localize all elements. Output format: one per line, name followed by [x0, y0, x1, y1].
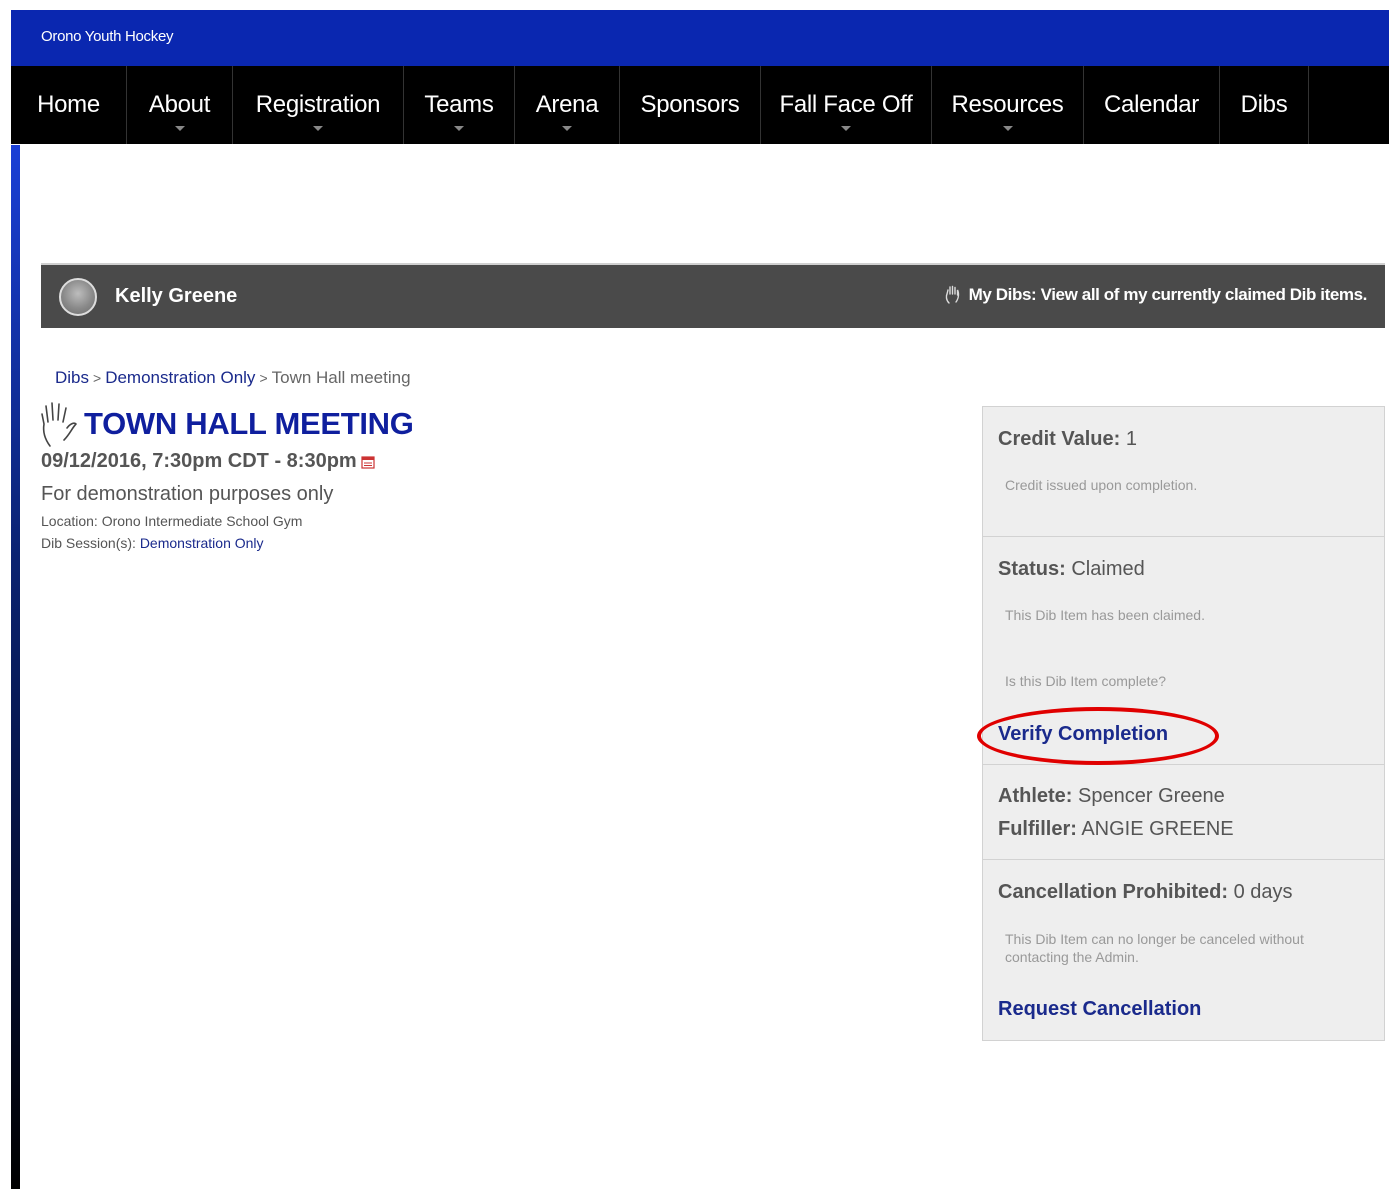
nav-label: Sponsors [640, 91, 740, 118]
nav-label: Home [37, 91, 100, 118]
nav-label: Calendar [1104, 91, 1199, 118]
my-dibs-label: My Dibs: View all of my currently claime… [968, 285, 1368, 304]
nav-label: Resources [951, 91, 1064, 118]
left-accent-bar [11, 145, 20, 1189]
my-dibs-link[interactable]: My Dibs: View all of my currently claime… [943, 285, 1367, 305]
event-session: Dib Session(s): Demonstration Only [41, 535, 264, 551]
nav-label: Registration [255, 91, 381, 118]
request-cancellation-link[interactable]: Request Cancellation [998, 998, 1201, 1021]
site-header: Orono Youth Hockey [11, 10, 1389, 66]
nav-arena[interactable]: Arena [515, 66, 620, 144]
chevron-down-icon [174, 126, 185, 131]
nav-registration[interactable]: Registration [233, 66, 404, 144]
user-bar: Kelly Greene My Dibs: View all of my cur… [41, 263, 1385, 328]
status-value: Status: Claimed [998, 558, 1145, 581]
nav-teams[interactable]: Teams [404, 66, 515, 144]
credit-section: Credit Value: 1 Credit issued upon compl… [983, 407, 1384, 537]
chevron-down-icon [313, 126, 323, 131]
main-nav: Home About Registration Teams Arena Spon… [11, 66, 1389, 144]
nav-label: About [148, 91, 211, 118]
nav-label: Arena [535, 91, 599, 118]
hand-icon [41, 402, 77, 447]
cancellation-section: Cancellation Prohibited: 0 days This Dib… [983, 860, 1384, 1040]
dib-details-panel: Credit Value: 1 Credit issued upon compl… [977, 406, 1385, 1041]
nav-label: Teams [424, 91, 494, 118]
fulfiller-row: Fulfiller: ANGIE GREENE [998, 818, 1234, 841]
nav-about[interactable]: About [127, 66, 233, 144]
event-description: For demonstration purposes only [41, 483, 334, 505]
breadcrumb-separator: > [259, 370, 268, 386]
nav-calendar[interactable]: Calendar [1084, 66, 1220, 144]
event-location: Location: Orono Intermediate School Gym [41, 513, 303, 529]
breadcrumb: Dibs > Demonstration Only > Town Hall meetin… [55, 368, 411, 388]
user-name[interactable]: Kelly Greene [115, 285, 237, 308]
session-link[interactable]: Demonstration Only [140, 535, 264, 551]
nav-label: Dibs [1240, 91, 1288, 118]
breadcrumb-separator: > [93, 370, 102, 386]
avatar[interactable] [59, 278, 97, 316]
fulfiller-label: Fulfiller: [998, 818, 1077, 840]
site-title[interactable]: Orono Youth Hockey [41, 28, 174, 45]
credit-value: Credit Value: 1 [998, 428, 1137, 451]
status-note: This Dib Item has been claimed. [1005, 607, 1205, 623]
credit-number: 1 [1125, 428, 1137, 450]
athlete-row: Athlete: Spencer Greene [998, 785, 1225, 808]
session-label: Dib Session(s): [41, 535, 136, 551]
nav-dibs[interactable]: Dibs [1220, 66, 1309, 144]
event-title-row: TOWN HALL MEETING [38, 400, 414, 448]
people-section: Athlete: Spencer Greene Fulfiller: ANGIE… [983, 765, 1384, 860]
nav-label: Fall Face Off [779, 91, 913, 118]
chevron-down-icon [841, 126, 851, 131]
complete-question: Is this Dib Item complete? [1005, 673, 1167, 689]
chevron-down-icon [1002, 126, 1013, 131]
verify-completion-link[interactable]: Verify Completion [977, 707, 1219, 765]
credit-note: Credit issued upon completion. [1005, 477, 1198, 493]
athlete-label: Athlete: [998, 785, 1073, 807]
breadcrumb-current: Town Hall meeting [271, 368, 411, 387]
nav-fall-face-off[interactable]: Fall Face Off [761, 66, 932, 144]
highlight-ellipse [977, 707, 1219, 765]
hand-icon [945, 285, 959, 304]
status-label: Status: [998, 558, 1066, 580]
nav-sponsors[interactable]: Sponsors [620, 66, 761, 144]
nav-home[interactable]: Home [11, 66, 127, 144]
calendar-icon[interactable] [361, 455, 375, 469]
chevron-down-icon [562, 126, 572, 131]
event-title: TOWN HALL MEETING [84, 406, 414, 441]
event-datetime-text: 09/12/2016, 7:30pm CDT - 8:30pm [41, 450, 357, 472]
event-datetime: 09/12/2016, 7:30pm CDT - 8:30pm [41, 450, 375, 473]
breadcrumb-category-link[interactable]: Demonstration Only [105, 368, 255, 387]
credit-label: Credit Value: [998, 428, 1121, 450]
cancellation-note: This Dib Item can no longer be canceled … [1005, 931, 1304, 965]
athlete-name: Spencer Greene [1078, 785, 1225, 807]
cancellation-days: 0 days [1233, 881, 1293, 903]
breadcrumb-dibs-link[interactable]: Dibs [55, 368, 89, 387]
nav-resources[interactable]: Resources [932, 66, 1084, 144]
status-section: Status: Claimed This Dib Item has been c… [977, 537, 1384, 765]
cancellation-label: Cancellation Prohibited: [998, 881, 1229, 903]
status-text: Claimed [1071, 558, 1145, 580]
cancellation-row: Cancellation Prohibited: 0 days [998, 881, 1293, 904]
chevron-down-icon [454, 126, 464, 131]
page-margin [0, 0, 10, 1189]
fulfiller-name: ANGIE GREENE [1081, 818, 1234, 840]
